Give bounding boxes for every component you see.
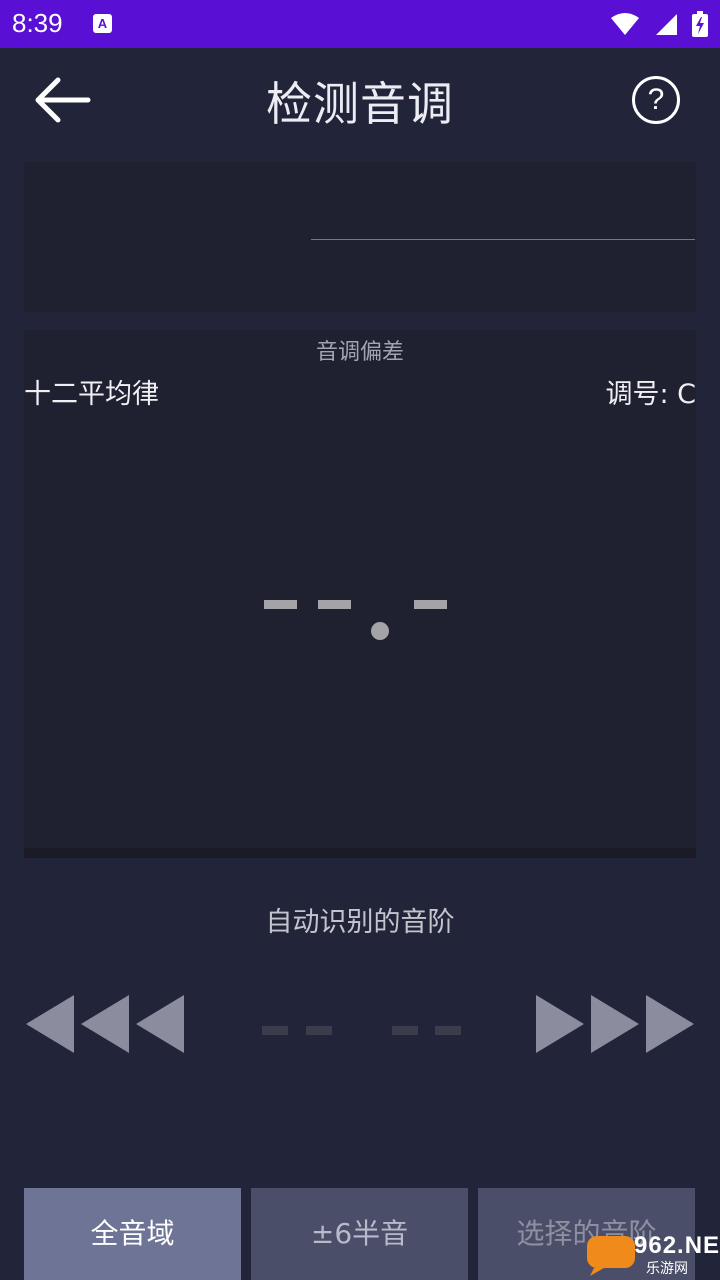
waveform-line [311,239,695,240]
temperament-label: 十二平均律 [24,379,159,410]
deviation-panel: 音调偏差 十二平均律 调号: C [24,330,696,858]
fast-forward-icon [536,995,694,1053]
pitch-waveform [24,162,696,312]
status-time: 8:39 [12,8,63,38]
question-circle-icon: ? [647,83,665,116]
mode-full-range-button[interactable]: 全音域 [24,1188,241,1280]
watermark-domain: 962.NET [634,1232,720,1259]
help-button[interactable]: ? [632,76,680,124]
status-bar: 8:39 A [0,0,720,48]
watermark-logo: 962.NET 乐游网 [584,1228,720,1280]
rewind-icon [26,995,184,1053]
app-bar: 检测音调 ? [0,48,720,152]
scale-dash [306,1026,332,1035]
previous-scale-button[interactable] [25,994,185,1054]
mode-semitone-button[interactable]: ±6半音 [251,1188,468,1280]
deviation-title: 音调偏差 [315,340,404,365]
scale-dash [435,1026,461,1035]
scale-display [262,1026,462,1038]
watermark-badge-icon [587,1236,635,1276]
watermark-subtitle: 乐游网 [646,1261,688,1277]
reading-dash [318,600,351,609]
scale-label: 自动识别的音阶 [265,907,455,938]
panel-bottom-strip [24,848,696,858]
next-scale-button[interactable] [535,994,695,1054]
reading-dash [264,600,297,609]
scale-dash [262,1026,288,1035]
page-title: 检测音调 [266,77,454,131]
signal-icon [656,14,677,35]
pitch-reading-display [264,585,464,645]
status-icons [610,10,708,38]
reading-decimal-dot [371,622,389,640]
wifi-icon [611,13,639,35]
reading-dash [414,600,447,609]
key-signature[interactable]: 调号: C [605,372,696,411]
battery-icon [692,11,708,37]
scale-dash [392,1026,418,1035]
notification-icon: A [93,14,112,33]
